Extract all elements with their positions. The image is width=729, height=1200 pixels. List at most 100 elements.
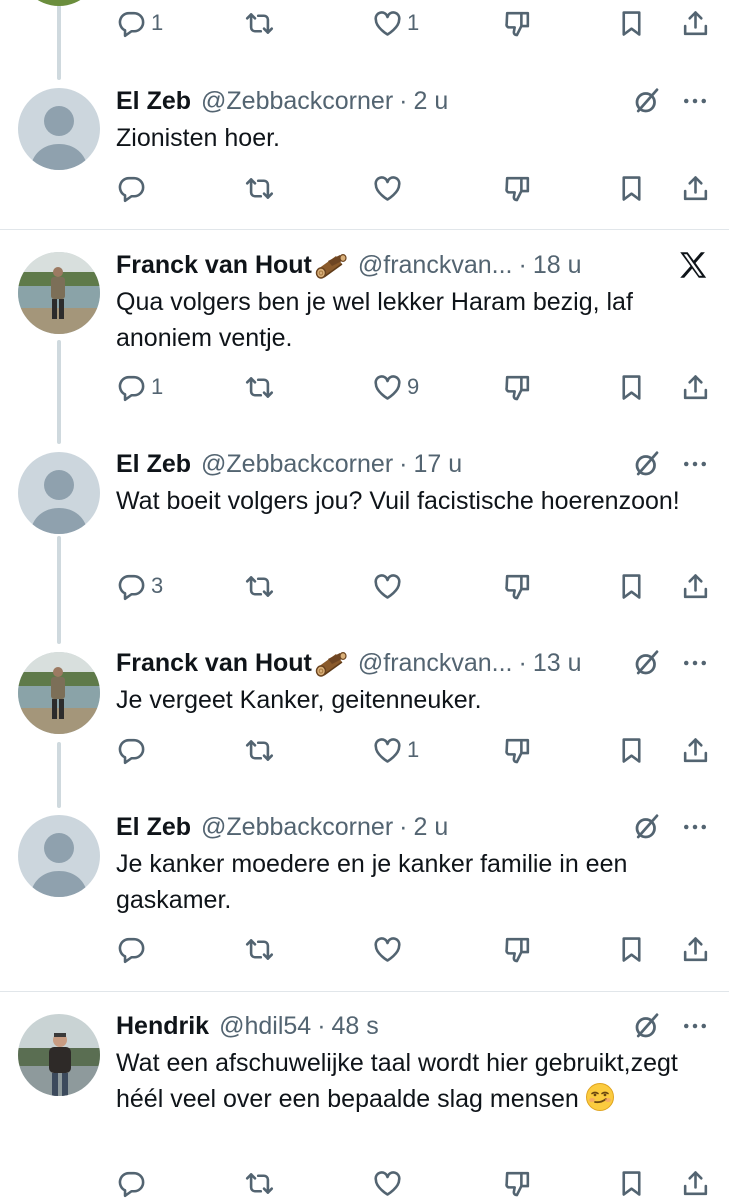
grok-icon[interactable] bbox=[632, 648, 662, 678]
dislike-button[interactable] bbox=[502, 932, 533, 966]
separator: · bbox=[518, 648, 527, 677]
display-name[interactable]: Hendrik bbox=[116, 1012, 209, 1041]
timestamp[interactable]: 48 s bbox=[332, 1012, 379, 1041]
display-name[interactable]: El Zeb bbox=[116, 87, 191, 116]
thumbs-down-icon bbox=[502, 571, 533, 602]
timestamp[interactable]: 2 u bbox=[413, 813, 448, 842]
tweet-header: El Zeb @Zebbackcorner · 17 u bbox=[116, 447, 462, 481]
thumbs-down-icon bbox=[502, 1168, 533, 1199]
dislike-button[interactable] bbox=[502, 569, 533, 603]
like-button[interactable]: 1 bbox=[372, 733, 419, 767]
retweet-button[interactable] bbox=[244, 1166, 275, 1200]
timestamp[interactable]: 17 u bbox=[413, 450, 462, 479]
share-button[interactable] bbox=[680, 6, 711, 40]
bookmark-button[interactable] bbox=[616, 932, 647, 966]
reply-button[interactable]: 1 bbox=[116, 6, 163, 40]
user-handle[interactable]: @Zebbackcorner bbox=[201, 450, 393, 479]
grok-icon[interactable] bbox=[632, 1011, 662, 1041]
like-count: 1 bbox=[407, 10, 420, 35]
retweet-icon bbox=[244, 571, 275, 602]
more-icon[interactable] bbox=[680, 86, 710, 116]
grok-icon[interactable] bbox=[632, 86, 662, 116]
display-name[interactable]: Franck van Hout bbox=[116, 251, 312, 280]
bookmark-button[interactable] bbox=[616, 733, 647, 767]
avatar[interactable] bbox=[18, 88, 100, 170]
user-handle[interactable]: @hdil54 bbox=[219, 1012, 311, 1041]
tweet-header: Franck van Hout @franckvan... · 13 u bbox=[116, 646, 581, 680]
more-icon[interactable] bbox=[680, 648, 710, 678]
like-button[interactable] bbox=[372, 569, 407, 603]
avatar[interactable] bbox=[18, 452, 100, 534]
reply-button[interactable] bbox=[116, 1166, 151, 1200]
tweet-header: Hendrik @hdil54 · 48 s bbox=[116, 1009, 379, 1043]
share-button[interactable] bbox=[680, 1166, 711, 1200]
user-handle[interactable]: @franckvan... bbox=[358, 649, 513, 678]
timestamp[interactable]: 13 u bbox=[533, 649, 582, 678]
display-name[interactable]: Franck van Hout bbox=[116, 649, 312, 678]
more-icon[interactable] bbox=[680, 449, 710, 479]
like-button[interactable] bbox=[372, 1166, 407, 1200]
avatar[interactable] bbox=[18, 252, 100, 334]
share-icon bbox=[680, 372, 711, 403]
heart-icon bbox=[372, 8, 403, 39]
bookmark-button[interactable] bbox=[616, 370, 647, 404]
reply-button[interactable] bbox=[116, 733, 151, 767]
retweet-button[interactable] bbox=[244, 569, 275, 603]
thread-line bbox=[57, 536, 61, 644]
like-button[interactable]: 9 bbox=[372, 370, 419, 404]
display-name[interactable]: El Zeb bbox=[116, 450, 191, 479]
reply-icon bbox=[116, 8, 147, 39]
reply-button[interactable]: 1 bbox=[116, 370, 163, 404]
like-button[interactable] bbox=[372, 932, 407, 966]
bookmark-button[interactable] bbox=[616, 569, 647, 603]
reply-button[interactable]: 3 bbox=[116, 569, 163, 603]
avatar[interactable] bbox=[18, 815, 100, 897]
dislike-button[interactable] bbox=[502, 6, 533, 40]
avatar[interactable] bbox=[18, 1014, 100, 1096]
dislike-button[interactable] bbox=[502, 1166, 533, 1200]
separator: · bbox=[399, 86, 408, 115]
thumbs-down-icon bbox=[502, 8, 533, 39]
share-button[interactable] bbox=[680, 370, 711, 404]
like-button[interactable]: 1 bbox=[372, 6, 419, 40]
display-name[interactable]: El Zeb bbox=[116, 813, 191, 842]
retweet-button[interactable] bbox=[244, 6, 275, 40]
dislike-button[interactable] bbox=[502, 370, 533, 404]
share-button[interactable] bbox=[680, 733, 711, 767]
retweet-button[interactable] bbox=[244, 171, 275, 205]
avatar[interactable] bbox=[18, 0, 100, 6]
retweet-button[interactable] bbox=[244, 370, 275, 404]
timestamp[interactable]: 18 u bbox=[533, 251, 582, 280]
reply-count: 1 bbox=[151, 374, 164, 399]
reply-button[interactable] bbox=[116, 932, 151, 966]
user-handle[interactable]: @Zebbackcorner bbox=[201, 813, 393, 842]
share-button[interactable] bbox=[680, 932, 711, 966]
retweet-button[interactable] bbox=[244, 733, 275, 767]
avatar[interactable] bbox=[18, 652, 100, 734]
reply-icon bbox=[116, 735, 147, 766]
bookmark-button[interactable] bbox=[616, 171, 647, 205]
like-button[interactable] bbox=[372, 171, 407, 205]
dislike-button[interactable] bbox=[502, 733, 533, 767]
retweet-button[interactable] bbox=[244, 932, 275, 966]
reply-button[interactable] bbox=[116, 171, 151, 205]
timestamp[interactable]: 2 u bbox=[413, 87, 448, 116]
bookmark-button[interactable] bbox=[616, 1166, 647, 1200]
wood-log-emoji bbox=[314, 251, 348, 279]
default-avatar-icon bbox=[18, 88, 100, 170]
share-button[interactable] bbox=[680, 569, 711, 603]
like-count: 1 bbox=[407, 737, 420, 762]
thread-line bbox=[57, 0, 61, 80]
share-button[interactable] bbox=[680, 171, 711, 205]
more-icon[interactable] bbox=[680, 1011, 710, 1041]
grok-icon[interactable] bbox=[632, 812, 662, 842]
separator: · bbox=[399, 812, 408, 841]
user-handle[interactable]: @Zebbackcorner bbox=[201, 87, 393, 116]
dislike-button[interactable] bbox=[502, 171, 533, 205]
user-handle[interactable]: @franckvan... bbox=[358, 251, 513, 280]
tweet-actions: 3 bbox=[116, 569, 716, 603]
share-icon bbox=[680, 735, 711, 766]
more-icon[interactable] bbox=[680, 812, 710, 842]
grok-icon[interactable] bbox=[632, 449, 662, 479]
bookmark-button[interactable] bbox=[616, 6, 647, 40]
